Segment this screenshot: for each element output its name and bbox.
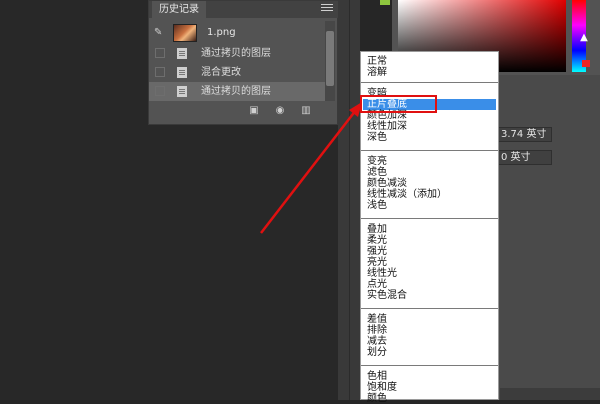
gamut-swatch[interactable] bbox=[582, 60, 590, 67]
menu-item-subtract[interactable]: 减去 bbox=[363, 336, 496, 347]
snapshot-name: 1.png bbox=[207, 27, 236, 38]
history-scrollbar-thumb[interactable] bbox=[326, 31, 334, 86]
menu-item-soft-light[interactable]: 柔光 bbox=[363, 235, 496, 246]
menu-item-color-dodge[interactable]: 颜色减淡 bbox=[363, 178, 496, 189]
history-brush-checkbox[interactable] bbox=[155, 67, 165, 77]
bottom-toolbar bbox=[500, 388, 600, 400]
menu-item-difference[interactable]: 差值 bbox=[363, 314, 496, 325]
menu-separator bbox=[361, 82, 498, 83]
new-document-icon[interactable]: ▣ bbox=[247, 105, 261, 117]
width-field[interactable]: 3.74 英寸 bbox=[498, 127, 552, 142]
menu-item-pin-light[interactable]: 点光 bbox=[363, 279, 496, 290]
menu-separator bbox=[361, 365, 498, 366]
menu-item-hue[interactable]: 色相 bbox=[363, 371, 496, 382]
menu-item-hard-mix[interactable]: 实色混合 bbox=[363, 290, 496, 301]
history-state-label: 混合更改 bbox=[201, 67, 241, 78]
menu-item-normal[interactable]: 正常 bbox=[363, 56, 496, 67]
history-state-item-selected[interactable]: 通过拷贝的图层 bbox=[149, 82, 325, 101]
history-brush-checkbox[interactable] bbox=[155, 86, 165, 96]
menu-item-vivid-light[interactable]: 亮光 bbox=[363, 257, 496, 268]
menu-item-overlay[interactable]: 叠加 bbox=[363, 224, 496, 235]
history-tab-bar: 历史记录 bbox=[149, 1, 339, 18]
menu-item-lighten[interactable]: 变亮 bbox=[363, 156, 496, 167]
warning-icon[interactable]: ▲ bbox=[578, 32, 590, 44]
menu-item-saturation[interactable]: 饱和度 bbox=[363, 382, 496, 393]
document-state-icon bbox=[177, 86, 187, 97]
annotation-highlight-box bbox=[360, 95, 437, 113]
menu-separator bbox=[361, 218, 498, 219]
foreground-swatch[interactable] bbox=[380, 0, 390, 5]
menu-item-linear-burn[interactable]: 线性加深 bbox=[363, 121, 496, 132]
menu-separator bbox=[361, 308, 498, 309]
menu-item-divide[interactable]: 划分 bbox=[363, 347, 496, 358]
menu-item-linear-dodge[interactable]: 线性减淡（添加） bbox=[363, 189, 496, 200]
menu-separator bbox=[361, 150, 498, 151]
menu-item-color[interactable]: 颜色 bbox=[363, 393, 496, 404]
history-panel-title[interactable]: 历史记录 bbox=[152, 1, 206, 18]
history-brush-checkbox[interactable] bbox=[155, 48, 165, 58]
snapshot-thumbnail bbox=[173, 24, 197, 42]
height-field[interactable]: 0 英寸 bbox=[498, 150, 552, 165]
menu-item-linear-light[interactable]: 线性光 bbox=[363, 268, 496, 279]
trash-icon[interactable]: ▥ bbox=[299, 105, 313, 117]
history-brush-icon[interactable]: ✎ bbox=[154, 28, 162, 38]
menu-item-screen[interactable]: 滤色 bbox=[363, 167, 496, 178]
history-state-label: 通过拷贝的图层 bbox=[201, 86, 271, 97]
menu-item-dissolve[interactable]: 溶解 bbox=[363, 67, 496, 78]
divider-line bbox=[349, 0, 350, 400]
history-panel: 历史记录 ✎ 1.png 通过拷贝的图层 混合更改 通过拷贝的图层 ▣ ◉ ▥ bbox=[148, 0, 339, 125]
document-state-icon bbox=[177, 48, 187, 59]
menu-item-darker-color[interactable]: 深色 bbox=[363, 132, 496, 143]
history-snapshot[interactable]: ✎ 1.png bbox=[149, 22, 325, 44]
menu-item-hard-light[interactable]: 强光 bbox=[363, 246, 496, 257]
camera-icon[interactable]: ◉ bbox=[273, 105, 287, 117]
document-state-icon bbox=[177, 67, 187, 78]
history-state-item[interactable]: 通过拷贝的图层 bbox=[149, 44, 325, 63]
history-state-item[interactable]: 混合更改 bbox=[149, 63, 325, 82]
menu-item-exclusion[interactable]: 排除 bbox=[363, 325, 496, 336]
history-state-label: 通过拷贝的图层 bbox=[201, 48, 271, 59]
panel-menu-icon[interactable] bbox=[321, 4, 333, 14]
menu-item-lighter-color[interactable]: 浅色 bbox=[363, 200, 496, 211]
